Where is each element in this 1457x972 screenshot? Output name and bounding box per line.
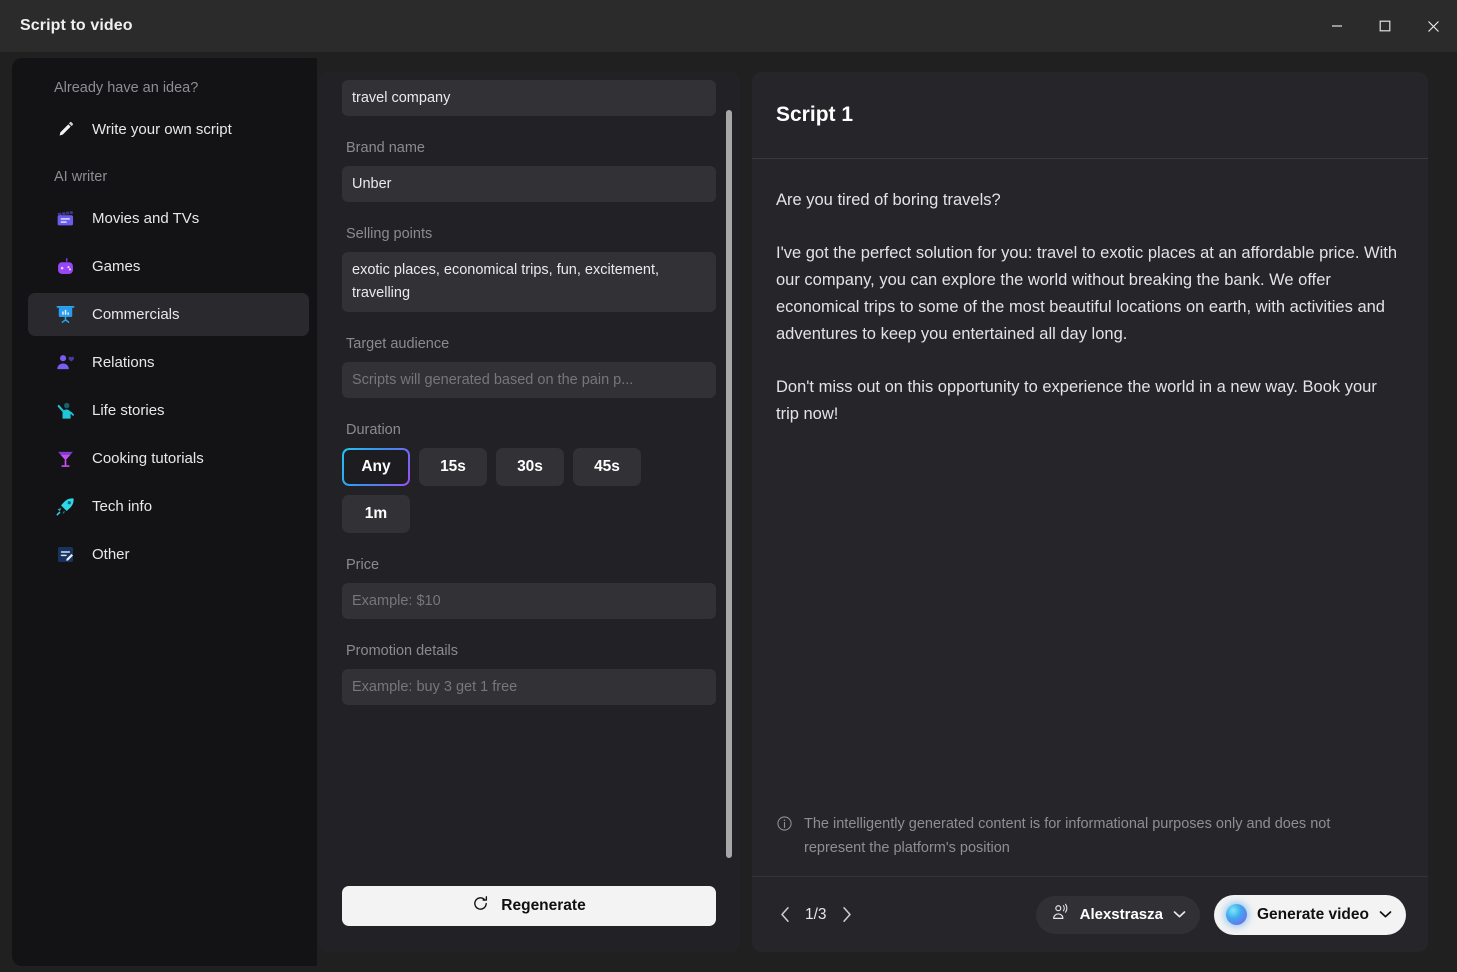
sidebar-item-label: Relations (92, 354, 155, 371)
sidebar-section-idea: Already have an idea? (54, 80, 199, 96)
duration-option-15s[interactable]: 15s (419, 448, 487, 486)
maximize-button[interactable] (1361, 0, 1409, 52)
script-paragraph: Don't miss out on this opportunity to ex… (776, 378, 1377, 423)
sidebar-item-other[interactable]: Other (28, 533, 309, 576)
product-name-input[interactable]: travel company (342, 80, 716, 116)
sidebar-item-label: Games (92, 258, 141, 275)
sidebar-item-movies-and-tvs[interactable]: Movies and TVs (28, 197, 309, 240)
sidebar-item-relations[interactable]: Relations (28, 341, 309, 384)
presentation-icon (54, 304, 76, 326)
rocket-icon (54, 496, 76, 518)
generate-video-label: Generate video (1257, 905, 1369, 923)
duration-option-any[interactable]: Any (342, 448, 410, 486)
window-title: Script to video (20, 17, 133, 34)
people-heart-icon (54, 352, 76, 374)
window-body: Already have an idea? Write your own scr… (0, 52, 1457, 972)
sidebar-item-commercials[interactable]: Commercials (28, 293, 309, 336)
script-pager: 1/3 (776, 904, 856, 926)
duration-option-30s[interactable]: 30s (496, 448, 564, 486)
script-paragraph: I've got the perfect solution for you: t… (776, 244, 1398, 343)
generate-video-button[interactable]: Generate video (1214, 894, 1406, 935)
target-audience-input[interactable]: Scripts will generated based on the pain… (342, 362, 716, 398)
refresh-icon (472, 895, 489, 917)
selling-points-label: Selling points (346, 226, 433, 242)
disclaimer-text: The intelligently generated content is f… (804, 816, 1331, 856)
script-paragraph: Are you tired of boring travels? (776, 191, 1001, 209)
script-header: Script 1 (752, 72, 1428, 159)
sidebar-item-label: Commercials (92, 306, 180, 323)
script-result-panel: Script 1 Are you tired of boring travels… (752, 72, 1428, 952)
promotion-details-input[interactable]: Example: buy 3 get 1 free (342, 669, 716, 705)
price-label: Price (346, 557, 380, 573)
form-scrollbar[interactable] (726, 110, 732, 858)
sidebar-item-label: Life stories (92, 402, 165, 419)
price-input[interactable]: Example: $10 (342, 583, 716, 619)
close-button[interactable] (1409, 0, 1457, 52)
chevron-left-icon[interactable] (776, 904, 794, 926)
sidebar-item-label: Tech info (92, 498, 153, 515)
sidebar-item-games[interactable]: Games (28, 245, 309, 288)
disclaimer: The intelligently generated content is f… (776, 812, 1336, 860)
duration-options: Any 15s 30s 45s 1m (342, 448, 716, 533)
duration-label: Duration (346, 422, 401, 438)
page-indicator: 1/3 (805, 905, 827, 923)
form-scroll-area: Product name travel company Brand name U… (318, 72, 740, 885)
info-icon (776, 815, 793, 860)
duration-option-45s[interactable]: 45s (573, 448, 641, 486)
chevron-right-icon[interactable] (838, 904, 856, 926)
script-action-bar: 1/3 Alexstrasza Generate video (752, 876, 1428, 952)
pencil-icon (54, 119, 76, 141)
chevron-down-icon[interactable] (1173, 906, 1186, 924)
sidebar-item-life-stories[interactable]: Life stories (28, 389, 309, 432)
voice-name: Alexstrasza (1079, 906, 1163, 923)
selling-points-input[interactable]: exotic places, economical trips, fun, ex… (342, 252, 716, 312)
target-audience-label: Target audience (346, 336, 450, 352)
gamepad-icon (54, 256, 76, 278)
brand-name-label: Brand name (346, 140, 425, 156)
voice-selector-button[interactable]: Alexstrasza (1035, 895, 1200, 934)
ai-orb-icon (1226, 904, 1247, 925)
clapperboard-icon (54, 208, 76, 230)
sidebar-item-write-your-own-script[interactable]: Write your own script (28, 108, 309, 151)
sidebar-item-label: Other (92, 546, 130, 563)
chevron-down-icon[interactable] (1379, 906, 1392, 924)
duration-option-1m[interactable]: 1m (342, 495, 410, 533)
voice-person-icon (1051, 903, 1070, 927)
sidebar-section-ai-writer: AI writer (54, 169, 108, 185)
cocktail-icon (54, 448, 76, 470)
sidebar-item-label: Write your own script (92, 121, 232, 138)
title-bar: Script to video (0, 0, 1457, 52)
script-settings-panel: Product name travel company Brand name U… (318, 72, 740, 952)
script-content[interactable]: Are you tired of boring travels? I've go… (752, 159, 1428, 428)
sidebar-item-tech-info[interactable]: Tech info (28, 485, 309, 528)
promotion-details-label: Promotion details (346, 643, 459, 659)
person-wave-icon (54, 400, 76, 422)
regenerate-button[interactable]: Regenerate (342, 886, 716, 926)
brand-name-input[interactable]: Unber (342, 166, 716, 202)
sidebar-item-cooking-tutorials[interactable]: Cooking tutorials (28, 437, 309, 480)
sidebar-item-label: Movies and TVs (92, 210, 200, 227)
script-title: Script 1 (776, 103, 854, 126)
window-controls (1313, 0, 1457, 52)
note-pencil-icon (54, 544, 76, 566)
regenerate-label: Regenerate (501, 897, 586, 914)
regenerate-area: Regenerate (342, 886, 716, 926)
sidebar-item-label: Cooking tutorials (92, 450, 204, 467)
minimize-button[interactable] (1313, 0, 1361, 52)
sidebar: Already have an idea? Write your own scr… (12, 58, 317, 966)
action-buttons: Alexstrasza Generate video (1035, 894, 1406, 935)
